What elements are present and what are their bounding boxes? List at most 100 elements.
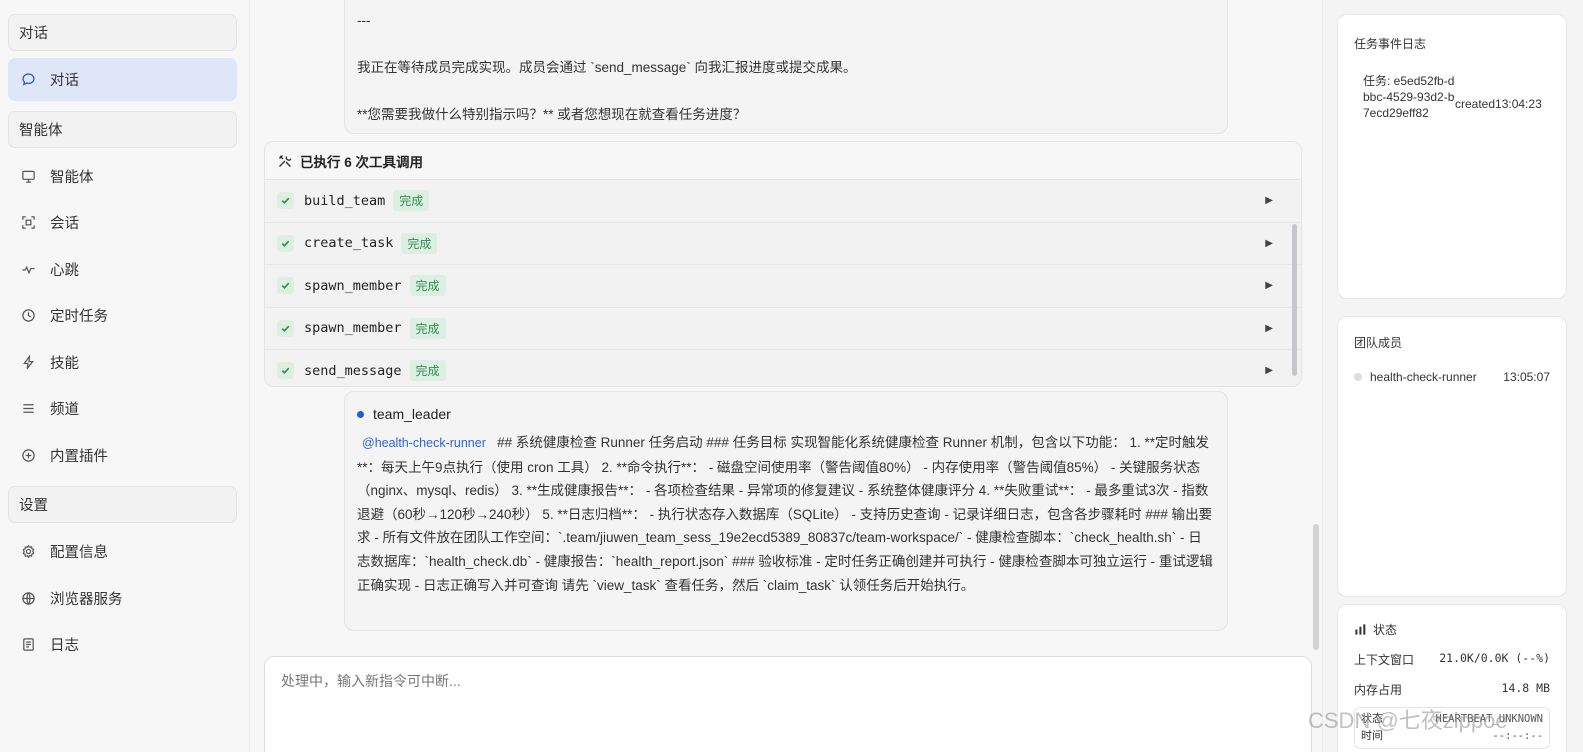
tool-call-row[interactable]: create_task 完成 ▶ bbox=[265, 222, 1301, 265]
nav-label: 频道 bbox=[50, 402, 79, 418]
status-card: 状态 上下文窗口 21.0K/0.0K (--%) 内存占用 14.8 MB 状… bbox=[1337, 604, 1567, 752]
message-line: 我正在等待成员完成实现。成员会通过 `send_message` 向我汇报进度或… bbox=[357, 60, 857, 75]
status-value: 21.0K/0.0K (--%) bbox=[1439, 651, 1550, 665]
chat-scrollbar[interactable] bbox=[1313, 524, 1319, 650]
tools-icon bbox=[279, 154, 292, 167]
check-icon bbox=[277, 234, 294, 252]
plus-circle-icon bbox=[20, 447, 36, 463]
clock-icon bbox=[20, 308, 36, 324]
lightning-icon bbox=[20, 354, 36, 370]
nav-item-scheduled-tasks[interactable]: 定时任务 bbox=[8, 294, 237, 337]
nav-item-channels[interactable]: 频道 bbox=[8, 387, 237, 430]
status-badge: 完成 bbox=[393, 190, 430, 212]
document-icon bbox=[20, 637, 36, 653]
nav-label: 内置插件 bbox=[50, 448, 108, 465]
event-time: 13:04:23 bbox=[1495, 97, 1542, 111]
heartbeat-label: 时间 bbox=[1361, 730, 1383, 742]
card-title: 任务事件日志 bbox=[1354, 37, 1427, 51]
expand-arrow-icon[interactable]: ▶ bbox=[1265, 323, 1273, 334]
nav-item-skills[interactable]: 技能 bbox=[8, 341, 237, 384]
sender-name: team_leader bbox=[373, 406, 451, 422]
task-event-log-card: 任务事件日志 任务: e5ed52fb-dbbc-4529-93d2-b7ecd… bbox=[1337, 14, 1567, 299]
expand-arrow-icon[interactable]: ▶ bbox=[1265, 365, 1273, 376]
nav-label: 对话 bbox=[50, 73, 79, 89]
member-time: 13:05:07 bbox=[1503, 370, 1550, 384]
team-leader-message: team_leader @health-check-runner ## 系统健康… bbox=[344, 391, 1228, 631]
check-icon bbox=[277, 192, 294, 210]
nav-item-agents[interactable]: 智能体 bbox=[8, 155, 237, 198]
tool-calls-header[interactable]: 已执行 6 次工具调用 bbox=[265, 142, 1301, 180]
bar-chart-icon bbox=[1355, 624, 1366, 635]
section-header-settings: 设置 bbox=[8, 486, 237, 523]
sender-dot-icon bbox=[357, 410, 364, 418]
event-task-id: 任务: e5ed52fb-dbbc-4529-93d2-b7ecd29eff82 bbox=[1363, 74, 1455, 120]
tool-name: create_task bbox=[304, 235, 394, 252]
message-line: --- bbox=[357, 13, 371, 28]
tool-call-row[interactable]: send_message 完成 ▶ bbox=[265, 350, 1301, 386]
status-row: 上下文窗口 21.0K/0.0K (--%) bbox=[1354, 651, 1550, 668]
gear-icon bbox=[20, 544, 36, 560]
event-item: 任务: e5ed52fb-dbbc-4529-93d2-b7ecd29eff82… bbox=[1354, 73, 1550, 121]
check-icon bbox=[277, 319, 294, 337]
status-row: 内存占用 14.8 MB bbox=[1354, 681, 1550, 698]
expand-arrow-icon[interactable]: ▶ bbox=[1265, 195, 1273, 206]
status-badge: 完成 bbox=[409, 275, 446, 297]
team-members-card: 团队成员 health-check-runner 13:05:07 bbox=[1337, 316, 1567, 597]
sidebar: 对话 对话 智能体 智能体 会话 心跳 定时任务 技能 频道 内置插件 设置 配… bbox=[0, 0, 250, 752]
member-item[interactable]: health-check-runner 13:05:07 bbox=[1354, 370, 1550, 384]
tool-call-row[interactable]: spawn_member 完成 ▶ bbox=[265, 265, 1301, 308]
pulse-icon bbox=[20, 261, 36, 277]
member-name: health-check-runner bbox=[1370, 370, 1477, 384]
nav-label: 浏览器服务 bbox=[50, 591, 123, 608]
nav-item-builtin-plugins[interactable]: 内置插件 bbox=[8, 434, 237, 477]
assistant-message: --- 我正在等待成员完成实现。成员会通过 `send_message` 向我汇… bbox=[344, 0, 1228, 134]
nav-label: 智能体 bbox=[50, 169, 94, 186]
member-status-dot-icon bbox=[1354, 373, 1362, 381]
tool-call-row[interactable]: spawn_member 完成 ▶ bbox=[265, 307, 1301, 350]
status-header: 状态 bbox=[1354, 621, 1550, 638]
tool-calls-title: 已执行 6 次工具调用 bbox=[300, 154, 424, 170]
globe-icon bbox=[20, 590, 36, 606]
nav-label: 心跳 bbox=[50, 262, 79, 279]
check-icon bbox=[277, 277, 294, 295]
nav-item-browser-service[interactable]: 浏览器服务 bbox=[8, 577, 237, 620]
right-panel: 任务事件日志 任务: e5ed52fb-dbbc-4529-93d2-b7ecd… bbox=[1322, 0, 1583, 752]
scan-icon bbox=[20, 215, 36, 231]
section-header-agents: 智能体 bbox=[8, 110, 237, 148]
nav-item-heartbeat[interactable]: 心跳 bbox=[8, 248, 237, 291]
monitor-icon bbox=[20, 168, 36, 184]
expand-arrow-icon[interactable]: ▶ bbox=[1265, 238, 1273, 249]
message-body: @health-check-runner ## 系统健康检查 Runner 任务… bbox=[357, 431, 1215, 597]
status-label: 上下文窗口 bbox=[1354, 653, 1415, 667]
message-sender: team_leader bbox=[357, 406, 1215, 422]
event-status: created13:04:23 bbox=[1455, 97, 1542, 121]
status-badge: 完成 bbox=[401, 232, 438, 254]
nav-item-config[interactable]: 配置信息 bbox=[8, 530, 237, 573]
status-value: 14.8 MB bbox=[1501, 681, 1550, 695]
nav-label: 技能 bbox=[50, 355, 79, 372]
heartbeat-row: 状态 HEARTBEAT_UNKNOWN bbox=[1361, 711, 1543, 728]
section-header-chat: 对话 bbox=[8, 14, 237, 51]
tool-name: spawn_member bbox=[304, 277, 402, 294]
message-line: **您需要我做什么特别指示吗？** 或者您想现在就查看任务进度？ bbox=[357, 107, 747, 122]
tool-name: build_team bbox=[304, 192, 386, 209]
expand-arrow-icon[interactable]: ▶ bbox=[1265, 280, 1273, 291]
message-text: ## 系统健康检查 Runner 任务启动 ### 任务目标 实现智能化系统健康… bbox=[357, 435, 1213, 593]
message-input-box[interactable] bbox=[264, 656, 1312, 752]
status-badge: 完成 bbox=[409, 317, 446, 339]
tool-calls-panel: 已执行 6 次工具调用 build_team 完成 ▶ create_task … bbox=[264, 141, 1302, 387]
tool-call-row[interactable]: build_team 完成 ▶ bbox=[265, 180, 1301, 223]
tool-name: send_message bbox=[304, 362, 402, 379]
card-title: 状态 bbox=[1373, 623, 1398, 637]
tool-list-scrollbar[interactable] bbox=[1292, 224, 1297, 376]
chat-bubble-icon bbox=[20, 72, 36, 88]
event-status-text: created bbox=[1455, 97, 1496, 111]
mention-link[interactable]: @health-check-runner bbox=[362, 436, 486, 450]
message-input[interactable] bbox=[281, 671, 1295, 741]
nav-item-logs[interactable]: 日志 bbox=[8, 623, 237, 666]
heartbeat-label: 状态 bbox=[1361, 713, 1383, 725]
tool-name: spawn_member bbox=[304, 320, 402, 337]
nav-label: 会话 bbox=[50, 216, 79, 232]
nav-item-chat[interactable]: 对话 bbox=[8, 58, 237, 101]
nav-item-sessions[interactable]: 会话 bbox=[8, 201, 237, 244]
